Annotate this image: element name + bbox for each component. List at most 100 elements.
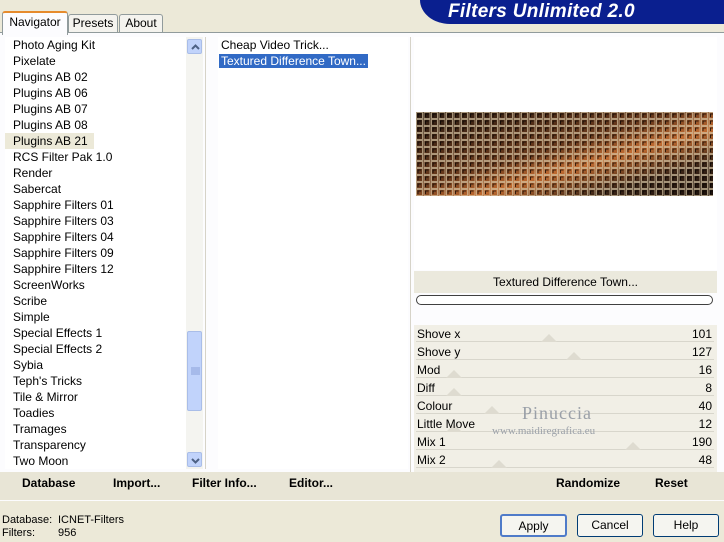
category-item[interactable]: Teph's Tricks — [5, 373, 186, 389]
category-item-label: Plugins AB 21 — [5, 133, 94, 149]
tab-navigator[interactable]: Navigator — [2, 11, 68, 35]
category-item-label: Transparency — [13, 438, 86, 452]
category-item[interactable]: Special Effects 2 — [5, 341, 186, 357]
category-item[interactable]: Plugins AB 08 — [5, 117, 186, 133]
param-label: Little Move — [417, 417, 476, 431]
category-item[interactable]: Pixelate — [5, 53, 186, 69]
filter-item[interactable]: Cheap Video Trick... — [218, 37, 408, 53]
database-value: ICNET-Filters — [58, 514, 124, 526]
category-item[interactable]: Photo Aging Kit — [5, 37, 186, 53]
chevron-down-icon — [191, 458, 200, 464]
param-slider[interactable]: Diff 8 — [416, 380, 714, 398]
scroll-thumb[interactable] — [187, 331, 202, 411]
category-item[interactable]: Sybia — [5, 357, 186, 373]
param-value: 8 — [705, 381, 712, 395]
filter-item[interactable]: Textured Difference Town... — [218, 53, 408, 69]
randomize-button[interactable]: Randomize — [556, 476, 620, 490]
category-item[interactable]: Transparency — [5, 437, 186, 453]
database-button[interactable]: Database — [22, 476, 75, 490]
category-item[interactable]: Sapphire Filters 01 — [5, 197, 186, 213]
category-item[interactable]: Sapphire Filters 09 — [5, 245, 186, 261]
category-item-label: Special Effects 1 — [13, 326, 103, 340]
param-value: 101 — [691, 327, 712, 341]
slider-track[interactable] — [416, 341, 714, 342]
category-item[interactable]: Two Moon — [5, 453, 186, 469]
filter-list[interactable]: Cheap Video Trick... Textured Difference … — [218, 37, 408, 469]
param-value: 127 — [691, 345, 712, 359]
param-value: 12 — [698, 417, 712, 431]
tab-presets[interactable]: Presets — [68, 14, 118, 33]
slider-track[interactable] — [416, 467, 714, 468]
category-item[interactable]: Simple — [5, 309, 186, 325]
param-slider[interactable]: Shove y 127 — [416, 344, 714, 362]
category-item[interactable]: Toadies — [5, 405, 186, 421]
param-slider[interactable]: Mod 16 — [416, 362, 714, 380]
category-item-label: Sapphire Filters 12 — [13, 262, 114, 276]
category-item-label: Sapphire Filters 09 — [13, 246, 114, 260]
param-label: Shove x — [417, 327, 461, 341]
category-item[interactable]: RCS Filter Pak 1.0 — [5, 149, 186, 165]
scroll-down-button[interactable] — [187, 452, 202, 467]
category-item-label: Sapphire Filters 03 — [13, 214, 114, 228]
slider-thumb[interactable] — [446, 370, 462, 378]
param-slider[interactable]: Shove x 101 — [416, 326, 714, 344]
category-item[interactable]: Tramages — [5, 421, 186, 437]
slider-thumb[interactable] — [446, 388, 462, 396]
apply-button[interactable]: Apply — [500, 514, 567, 537]
slider-track[interactable] — [416, 449, 714, 450]
category-item-label: Render — [13, 166, 53, 180]
import-button[interactable]: Import... — [113, 476, 160, 490]
param-label: Mod — [417, 363, 441, 377]
category-item-label: Simple — [13, 310, 50, 324]
category-item-label: Plugins AB 06 — [13, 86, 88, 100]
category-item[interactable]: Sabercat — [5, 181, 186, 197]
category-item-label: Photo Aging Kit — [13, 38, 96, 52]
category-item-label: Plugins AB 08 — [13, 118, 88, 132]
preview-filter-name-bar: Textured Difference Town... — [414, 271, 717, 293]
category-item-label: Toadies — [13, 406, 55, 420]
category-item[interactable]: Sapphire Filters 12 — [5, 261, 186, 277]
slider-thumb[interactable] — [483, 406, 500, 414]
category-item[interactable]: Plugins AB 02 — [5, 69, 186, 85]
category-item[interactable]: ScreenWorks — [5, 277, 186, 293]
watermark-site: www.maidiregrafica.eu — [492, 425, 596, 437]
slider-thumb[interactable] — [541, 334, 558, 342]
tab-about[interactable]: About — [119, 14, 163, 33]
param-label: Mix 2 — [417, 453, 446, 467]
category-item[interactable]: Plugins AB 07 — [5, 101, 186, 117]
category-item[interactable]: Render — [5, 165, 186, 181]
category-item[interactable]: Plugins AB 06 — [5, 85, 186, 101]
filters-count-label: Filters: — [2, 527, 35, 539]
filter-info-button[interactable]: Filter Info... — [192, 476, 257, 490]
category-item[interactable]: Special Effects 1 — [5, 325, 186, 341]
cancel-button[interactable]: Cancel — [577, 514, 643, 537]
category-item-label: Sybia — [13, 358, 44, 372]
slider-thumb[interactable] — [565, 352, 582, 360]
category-item[interactable]: Scribe — [5, 293, 186, 309]
param-value: 48 — [698, 453, 712, 467]
filter-list-border-right — [410, 37, 411, 497]
category-item-label: Tramages — [13, 422, 67, 436]
category-item[interactable]: Tile & Mirror — [5, 389, 186, 405]
reset-button[interactable]: Reset — [655, 476, 688, 490]
category-item[interactable]: Plugins AB 21 — [5, 133, 186, 149]
param-label: Shove y — [417, 345, 461, 359]
watermark-name: Pinuccia — [522, 403, 592, 423]
scroll-up-button[interactable] — [187, 39, 202, 54]
category-list[interactable]: Photo Aging Kit Pixelate Plugins AB 02 Plug… — [5, 37, 186, 469]
help-button[interactable]: Help — [653, 514, 719, 537]
preview-area — [414, 37, 717, 270]
category-item-label: ScreenWorks — [13, 278, 85, 292]
editor-button[interactable]: Editor... — [289, 476, 333, 490]
category-item-label: Two Moon — [13, 454, 69, 468]
param-label: Colour — [417, 399, 453, 413]
category-item[interactable]: Sapphire Filters 03 — [5, 213, 186, 229]
category-item-label: RCS Filter Pak 1.0 — [13, 150, 113, 164]
slider-thumb[interactable] — [491, 460, 508, 468]
param-slider[interactable]: Mix 2 48 — [416, 452, 714, 470]
category-scrollbar[interactable] — [186, 37, 203, 469]
filter-item-label: Cheap Video Trick... — [221, 38, 329, 52]
slider-thumb[interactable] — [624, 442, 641, 450]
param-value: 16 — [698, 363, 712, 377]
category-item[interactable]: Sapphire Filters 04 — [5, 229, 186, 245]
